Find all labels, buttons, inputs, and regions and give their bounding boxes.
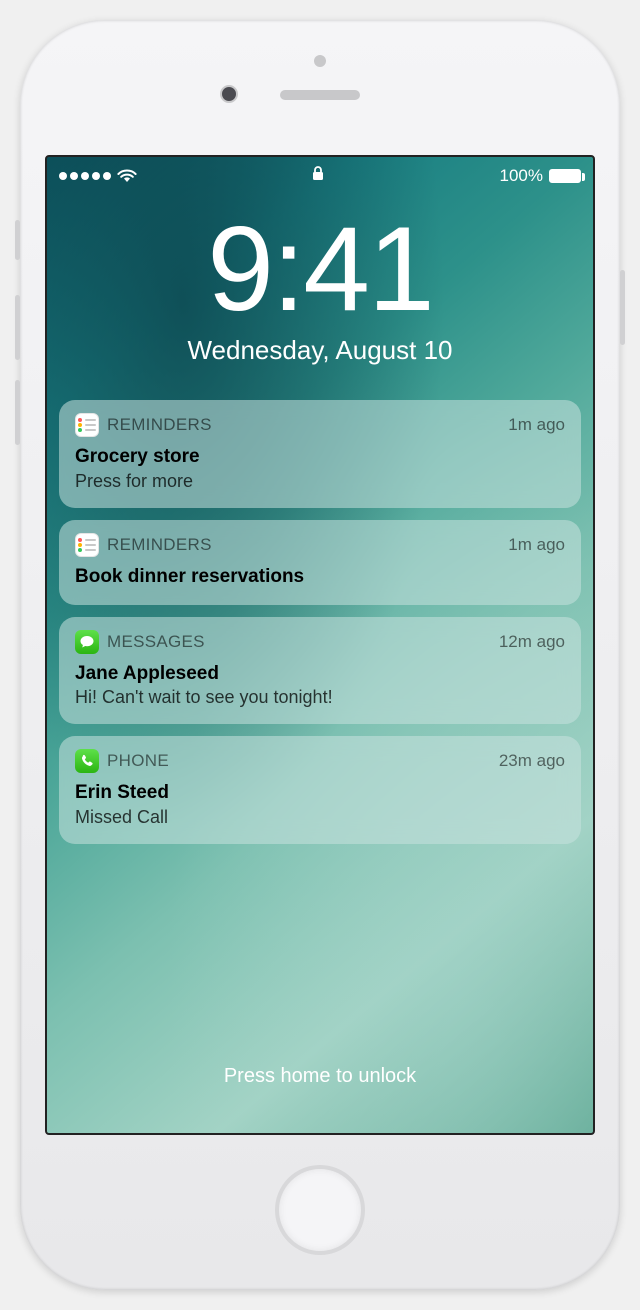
- notification-app-name: REMINDERS: [107, 415, 500, 435]
- wifi-icon: [117, 169, 137, 183]
- notification-app-name: PHONE: [107, 751, 491, 771]
- volume-down-button[interactable]: [15, 380, 20, 445]
- battery-percentage: 100%: [500, 166, 543, 186]
- notification-body: Missed Call: [75, 807, 565, 828]
- status-center: [137, 166, 500, 186]
- reminders-app-icon: [75, 533, 99, 557]
- messages-app-icon: [75, 630, 99, 654]
- proximity-sensor: [314, 55, 326, 67]
- power-button[interactable]: [620, 270, 625, 345]
- notification-title: Jane Appleseed: [75, 662, 565, 686]
- battery-icon: [549, 169, 581, 183]
- notification-list[interactable]: REMINDERS 1m ago Grocery store Press for…: [47, 400, 593, 844]
- cellular-signal-icon: [59, 172, 111, 180]
- status-left: [59, 169, 137, 183]
- notification-card[interactable]: MESSAGES 12m ago Jane Appleseed Hi! Can'…: [59, 617, 581, 725]
- notification-app-name: REMINDERS: [107, 535, 500, 555]
- iphone-device-frame: 100% 9:41 Wednesday, August 10 REMINDERS…: [20, 20, 620, 1290]
- notification-card[interactable]: PHONE 23m ago Erin Steed Missed Call: [59, 736, 581, 844]
- home-button[interactable]: [275, 1165, 365, 1255]
- notification-time: 1m ago: [508, 415, 565, 435]
- notification-time: 12m ago: [499, 632, 565, 652]
- notification-body: Press for more: [75, 471, 565, 492]
- unlock-hint: Press home to unlock: [47, 1065, 593, 1088]
- clock-date: Wednesday, August 10: [47, 335, 593, 366]
- notification-body: Hi! Can't wait to see you tonight!: [75, 687, 565, 708]
- phone-app-icon: [75, 749, 99, 773]
- front-camera: [220, 85, 238, 103]
- notification-title: Book dinner reservations: [75, 565, 565, 589]
- notification-title: Erin Steed: [75, 781, 565, 805]
- status-right: 100%: [500, 166, 581, 186]
- notification-time: 1m ago: [508, 535, 565, 555]
- clock-time: 9:41: [47, 209, 593, 329]
- lock-screen[interactable]: 100% 9:41 Wednesday, August 10 REMINDERS…: [45, 155, 595, 1135]
- clock-block: 9:41 Wednesday, August 10: [47, 209, 593, 366]
- reminders-app-icon: [75, 413, 99, 437]
- notification-title: Grocery store: [75, 445, 565, 469]
- earpiece-speaker: [280, 90, 360, 100]
- notification-card[interactable]: REMINDERS 1m ago Book dinner reservation…: [59, 520, 581, 605]
- volume-up-button[interactable]: [15, 295, 20, 360]
- notification-card[interactable]: REMINDERS 1m ago Grocery store Press for…: [59, 400, 581, 508]
- lock-icon: [312, 166, 324, 185]
- notification-time: 23m ago: [499, 751, 565, 771]
- status-bar: 100%: [47, 157, 593, 187]
- mute-switch[interactable]: [15, 220, 20, 260]
- notification-app-name: MESSAGES: [107, 632, 491, 652]
